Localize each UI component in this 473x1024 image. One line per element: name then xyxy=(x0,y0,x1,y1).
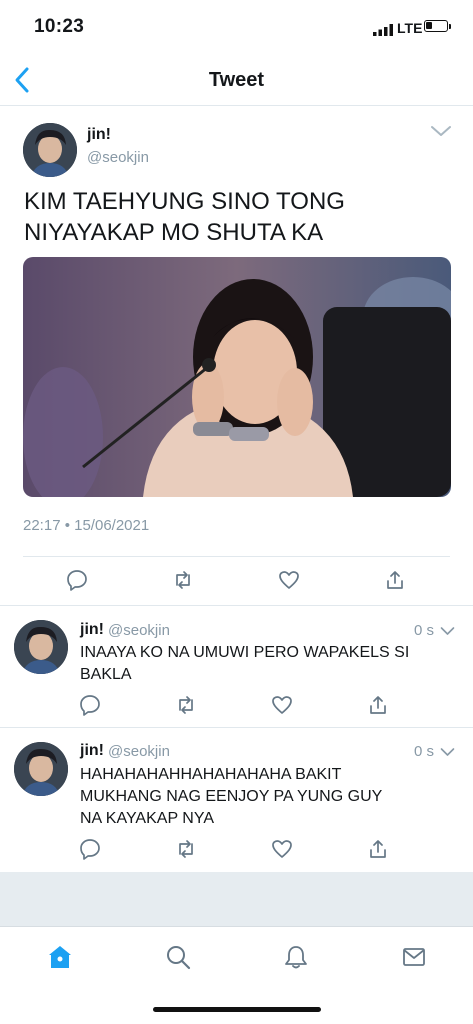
chevron-down-icon[interactable] xyxy=(430,124,452,138)
search-icon[interactable] xyxy=(165,944,191,970)
share-icon[interactable] xyxy=(367,838,389,860)
reply-icon[interactable] xyxy=(66,569,88,591)
nav-divider xyxy=(0,105,473,106)
reply-text: INAAYA KO NA UMUWI PERO WAPAKELS SI BAKL… xyxy=(80,644,410,683)
reply-author-name[interactable]: jin! xyxy=(80,742,104,760)
chevron-down-icon[interactable] xyxy=(440,747,455,757)
battery-nub xyxy=(449,24,451,29)
like-icon[interactable] xyxy=(271,838,293,860)
reply-divider xyxy=(0,727,473,728)
reply-icon[interactable] xyxy=(79,838,101,860)
retweet-icon[interactable] xyxy=(175,694,197,716)
retweet-icon[interactable] xyxy=(175,838,197,860)
home-icon[interactable] xyxy=(47,944,73,970)
reply-author-handle[interactable]: @seokjin xyxy=(108,622,170,639)
reply-time: 0 s xyxy=(414,622,435,639)
bell-icon[interactable] xyxy=(283,944,309,970)
tweet-timestamp: 22:17 • 15/06/2021 xyxy=(23,517,150,534)
avatar[interactable] xyxy=(14,620,68,674)
network-label: LTE xyxy=(397,20,423,36)
reply-author-handle[interactable]: @seokjin xyxy=(108,743,170,760)
page-title: Tweet xyxy=(208,69,265,91)
avatar[interactable] xyxy=(14,742,68,796)
author-handle[interactable]: @seokjin xyxy=(87,149,149,166)
reply-author-name[interactable]: jin! xyxy=(80,621,104,639)
author-name[interactable]: jin! xyxy=(87,126,111,144)
battery-icon xyxy=(424,20,448,32)
reply-text: HAHAHAHAHHAHAHAHAHA BAKIT MUKHANG NAG EE… xyxy=(80,766,382,827)
like-icon[interactable] xyxy=(278,569,300,591)
timeline-end-filler xyxy=(0,872,473,926)
home-indicator xyxy=(153,1007,321,1012)
reply-icon[interactable] xyxy=(79,694,101,716)
mail-icon[interactable] xyxy=(401,944,427,970)
tweet-divider xyxy=(0,605,473,606)
chevron-down-icon[interactable] xyxy=(440,626,455,636)
reply-time: 0 s xyxy=(414,743,435,760)
meta-divider xyxy=(23,556,450,557)
share-icon[interactable] xyxy=(384,569,406,591)
tweet-text: KIM TAEHYUNG SINO TONG NIYAYAKAP MO SHUT… xyxy=(24,188,345,246)
signal-icon xyxy=(373,24,393,36)
like-icon[interactable] xyxy=(271,694,293,716)
tweet-photo[interactable] xyxy=(23,257,451,497)
status-time: 10:23 xyxy=(34,16,85,37)
retweet-icon[interactable] xyxy=(172,569,194,591)
share-icon[interactable] xyxy=(367,694,389,716)
avatar[interactable] xyxy=(23,123,77,177)
